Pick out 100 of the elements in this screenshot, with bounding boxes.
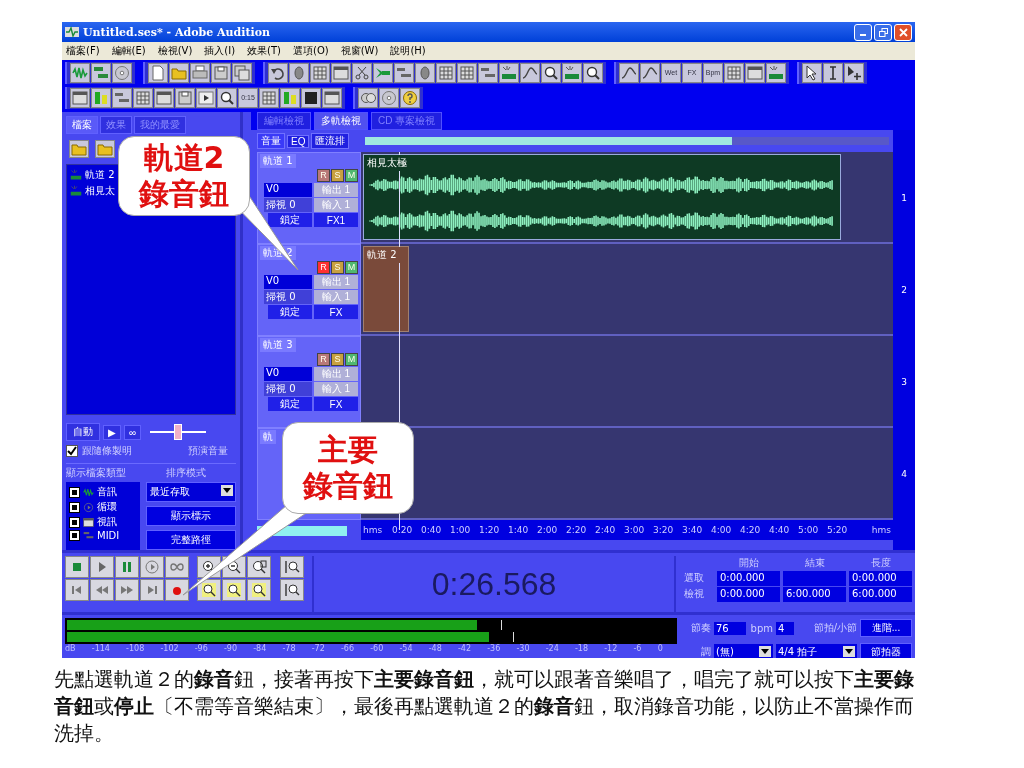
checkbox[interactable] <box>66 445 78 457</box>
toolbar-button[interactable] <box>133 87 153 108</box>
play-button[interactable]: ▶ <box>103 424 121 440</box>
toolbar-button[interactable] <box>724 62 744 83</box>
checkbox[interactable] <box>69 530 80 541</box>
audio-clip[interactable]: 相見太極 <box>363 154 841 240</box>
menu-item[interactable]: 效果(T) <box>247 44 282 58</box>
toolbar-button[interactable] <box>322 87 342 108</box>
toolbar-button[interactable] <box>358 87 378 108</box>
toolbar-button[interactable] <box>583 62 603 83</box>
effects-button[interactable]: FX <box>314 397 358 411</box>
menu-item[interactable]: 檔案(F) <box>66 44 100 58</box>
toolbar-button[interactable] <box>217 87 237 108</box>
toolbar-button[interactable] <box>70 87 90 108</box>
tempo-field[interactable]: 76 <box>714 621 746 635</box>
toolbar-button[interactable] <box>310 62 330 83</box>
toolbar-button[interactable] <box>766 62 786 83</box>
toolbar-button[interactable] <box>373 62 393 83</box>
zoom-button[interactable] <box>197 579 221 601</box>
menu-item[interactable]: 編輯(E) <box>111 44 146 58</box>
toolbar-button[interactable] <box>259 87 279 108</box>
slider-thumb[interactable] <box>174 424 183 440</box>
time-field[interactable]: 0:00.000 <box>717 587 780 602</box>
toolbar-button[interactable] <box>112 87 132 108</box>
toolbar-button[interactable] <box>232 62 252 83</box>
panel-button[interactable]: 完整路徑 <box>146 530 236 550</box>
file-item[interactable]: 相見太 <box>70 184 115 198</box>
transport-button[interactable] <box>165 579 189 601</box>
menu-item[interactable]: 選項(O) <box>293 44 329 58</box>
time-field[interactable]: 6:00.000 <box>849 587 912 602</box>
mixer-tab[interactable]: 音量 <box>257 133 285 149</box>
time-field[interactable]: 0:00.000 <box>849 571 912 586</box>
effects-button[interactable]: FX1 <box>314 213 358 227</box>
zoom-button[interactable] <box>280 579 304 601</box>
effects-button[interactable]: FX <box>314 305 358 319</box>
panel-tab[interactable]: 檔案 <box>66 116 98 134</box>
sort-dropdown[interactable]: 最近存取 <box>146 482 236 502</box>
pan-field[interactable]: 掃視 0 <box>264 290 312 304</box>
toolbar-button[interactable] <box>91 62 111 83</box>
pan-field[interactable]: 掃視 0 <box>264 382 312 396</box>
toolbar-button[interactable] <box>70 62 90 83</box>
toolbar-button[interactable] <box>436 62 456 83</box>
toolbar-button[interactable] <box>619 62 639 83</box>
transport-button[interactable] <box>115 579 139 601</box>
toolbar-button[interactable] <box>844 62 864 83</box>
toolbar-button[interactable] <box>400 87 420 108</box>
zoom-button[interactable] <box>247 556 271 578</box>
toolbar-button[interactable] <box>301 87 321 108</box>
file-item[interactable]: 軌道 2 <box>70 168 115 182</box>
zoom-button[interactable] <box>222 579 246 601</box>
volume-field[interactable]: V0 <box>264 275 312 289</box>
lock-button[interactable]: 鎖定 <box>268 397 312 411</box>
mixer-tab[interactable]: 匯流排 <box>311 133 350 149</box>
toolbar-button[interactable] <box>91 87 111 108</box>
toolbar-button[interactable] <box>289 62 309 83</box>
toolbar-button[interactable] <box>154 87 174 108</box>
toolbar-button[interactable] <box>196 87 216 108</box>
checkbox[interactable] <box>69 501 80 513</box>
toolbar-button[interactable] <box>112 62 132 83</box>
toolbar-button[interactable] <box>562 62 582 83</box>
key-dropdown[interactable]: (無) <box>714 643 773 658</box>
time-field[interactable] <box>783 571 846 586</box>
transport-button[interactable] <box>140 579 164 601</box>
advanced-button[interactable]: 進階... <box>860 619 912 638</box>
toolbar-button[interactable] <box>190 62 210 83</box>
volume-field[interactable]: V0 <box>264 183 312 197</box>
minimize-button[interactable] <box>854 23 872 41</box>
toolbar-button[interactable] <box>379 87 399 108</box>
toolbar-button[interactable] <box>499 62 519 83</box>
toolbar-button[interactable] <box>394 62 414 83</box>
toolbar-button[interactable] <box>175 87 195 108</box>
toolbar-button[interactable] <box>415 62 435 83</box>
toolbar-button[interactable] <box>148 62 168 83</box>
transport-button[interactable] <box>90 556 114 578</box>
toolbar-button[interactable] <box>457 62 477 83</box>
toolbar-button[interactable] <box>268 62 288 83</box>
toolbar-button[interactable] <box>640 62 660 83</box>
close-button[interactable] <box>894 23 912 41</box>
toolbar-button[interactable] <box>520 62 540 83</box>
view-tab[interactable]: 多軌檢視 <box>314 112 368 130</box>
checkbox[interactable] <box>69 486 80 498</box>
recording-clip[interactable]: 軌道 2 <box>363 246 409 332</box>
toolbar-button[interactable] <box>802 62 822 83</box>
volume-field[interactable]: V0 <box>264 367 312 381</box>
toolbar-button[interactable] <box>823 62 843 83</box>
menu-item[interactable]: 視窗(W) <box>340 44 379 58</box>
toolbar-button[interactable] <box>169 62 189 83</box>
lock-button[interactable]: 鎖定 <box>268 213 312 227</box>
metronome-button[interactable]: 節拍器 <box>860 642 912 658</box>
pan-field[interactable]: 掃視 0 <box>264 198 312 212</box>
toolbar-button[interactable] <box>541 62 561 83</box>
panel-button[interactable]: 顯示標示 <box>146 506 236 526</box>
beats-field[interactable]: 4 <box>776 621 794 635</box>
menu-item[interactable]: 說明(H) <box>390 44 426 58</box>
zoom-button[interactable] <box>247 579 271 601</box>
menu-item[interactable]: 檢視(V) <box>157 44 193 58</box>
transport-button[interactable] <box>65 579 89 601</box>
restore-button[interactable] <box>874 23 892 41</box>
time-field[interactable]: 0:00.000 <box>717 571 780 586</box>
transport-button[interactable] <box>115 556 139 578</box>
